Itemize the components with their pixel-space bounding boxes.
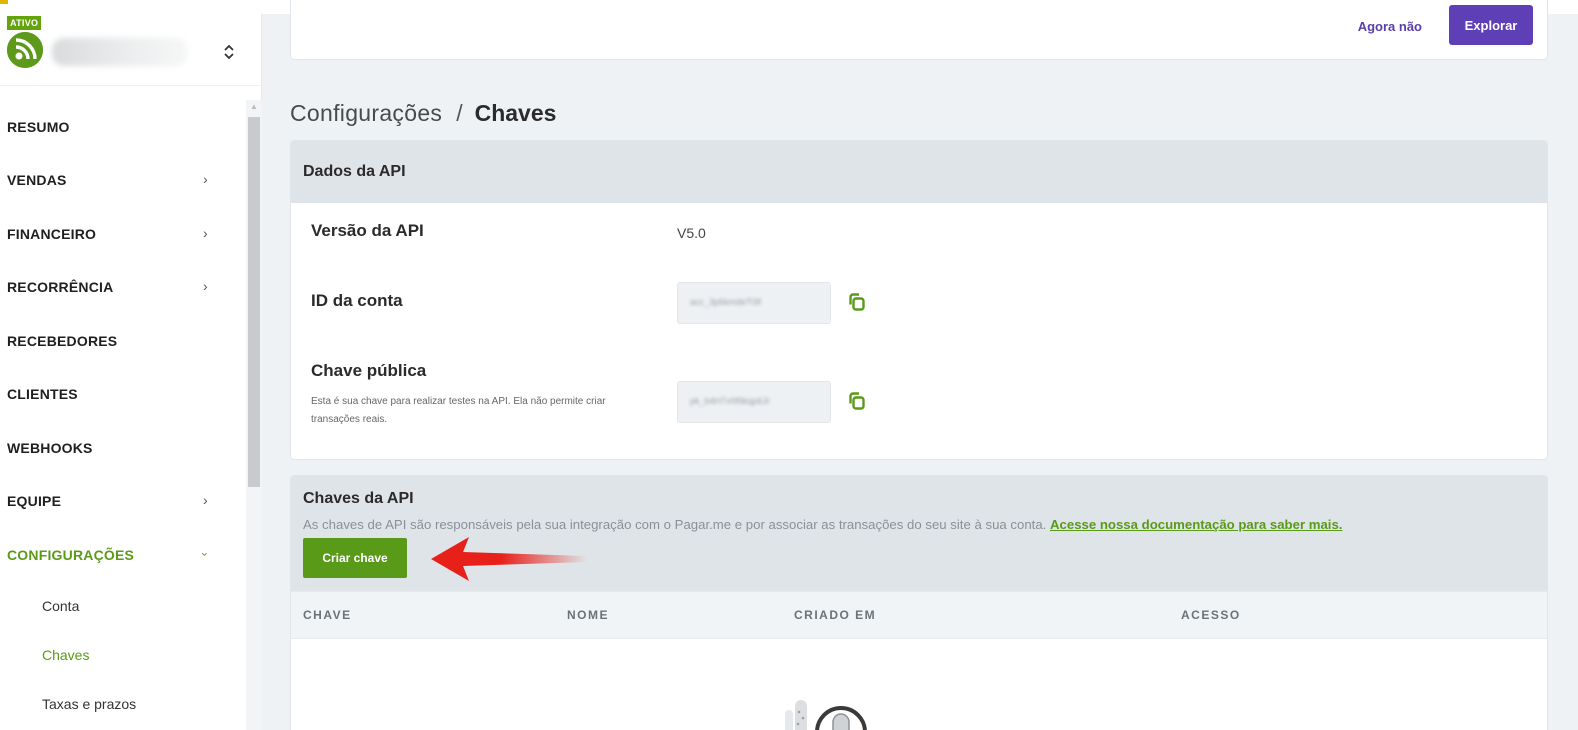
- scroll-up-icon[interactable]: ▲: [246, 102, 262, 112]
- chevron-right-icon: ›: [203, 278, 208, 295]
- breadcrumb: Configurações / Chaves: [290, 98, 556, 128]
- api-keys-card: Chaves da API As chaves de API são respo…: [290, 475, 1548, 730]
- account-avatar: [7, 32, 43, 68]
- account-id-label: ID da conta: [311, 291, 403, 310]
- sidebar-item-vendas[interactable]: VENDAS ›: [0, 154, 246, 208]
- public-key-description: Esta é sua chave para realizar testes na…: [311, 396, 606, 425]
- sidebar-scrollbar[interactable]: ▲: [246, 100, 262, 730]
- sidebar-subitem-conta[interactable]: Conta: [0, 582, 246, 631]
- chevron-down-icon: ›: [198, 551, 213, 557]
- sidebar-item-label: CONFIGURAÇÕES: [7, 546, 135, 563]
- empty-state-cactus-icon: [785, 700, 867, 730]
- sidebar-subitem-taxas-e-prazos[interactable]: Taxas e prazos: [0, 680, 246, 729]
- card-title: Chaves da API: [303, 490, 414, 507]
- sidebar-scrollbar-thumb[interactable]: [248, 117, 260, 487]
- sidebar-item-label: RECORRÊNCIA: [7, 279, 114, 296]
- sidebar-item-resumo[interactable]: RESUMO: [0, 100, 246, 154]
- column-header-chave[interactable]: CHAVE: [303, 608, 352, 622]
- sidebar-subitem-chaves[interactable]: Chaves: [0, 631, 246, 680]
- account-id-field: acc_3p6kmdeT0lf: [677, 282, 831, 324]
- sidebar: ATIVO RESUMO VENDAS › FINANCEIRO › RECORRÊ…: [0, 14, 262, 730]
- tab-indicator: [0, 0, 8, 4]
- page-title: Chaves: [474, 99, 557, 126]
- create-key-button[interactable]: Criar chave: [303, 538, 407, 578]
- api-version-label: Versão da API: [311, 221, 424, 240]
- column-header-criado-em[interactable]: CRIADO EM: [794, 608, 876, 622]
- status-badge: ATIVO: [7, 16, 42, 30]
- sidebar-item-configuracoes[interactable]: CONFIGURAÇÕES ›: [0, 528, 246, 582]
- account-id-value: acc_3p6kmdeT0lf: [690, 297, 762, 307]
- column-header-acesso[interactable]: ACESSO: [1181, 608, 1241, 622]
- sidebar-item-equipe[interactable]: EQUIPE ›: [0, 475, 246, 529]
- api-keys-description: As chaves de API são responsáveis pela s…: [303, 517, 1342, 532]
- card-title: Dados da API: [291, 141, 1547, 203]
- account-name-redacted: [52, 38, 188, 66]
- public-key-label: Chave pública: [311, 361, 427, 380]
- sidebar-item-webhooks[interactable]: WEBHOOKS: [0, 421, 246, 475]
- api-keys-description-text: As chaves de API são responsáveis pela s…: [303, 517, 1047, 532]
- documentation-link[interactable]: Acesse nossa documentação para saber mai…: [1050, 517, 1342, 532]
- api-keys-header: Chaves da API As chaves de API são respo…: [291, 476, 1547, 591]
- api-version-value: V5.0: [677, 225, 706, 241]
- sidebar-item-label: CLIENTES: [7, 386, 78, 403]
- sidebar-item-label: VENDAS: [7, 172, 67, 189]
- chevron-right-icon: ›: [203, 224, 208, 241]
- column-header-nome[interactable]: NOME: [567, 608, 609, 622]
- sidebar-item-recorrencia[interactable]: RECORRÊNCIA ›: [0, 261, 246, 315]
- copy-icon[interactable]: [847, 391, 867, 411]
- chevron-right-icon: ›: [203, 171, 208, 188]
- feature-banner: Agora não Explorar: [290, 0, 1548, 60]
- sidebar-item-label: FINANCEIRO: [7, 225, 97, 242]
- sidebar-item-financeiro[interactable]: FINANCEIRO ›: [0, 207, 246, 261]
- feed-icon: [7, 32, 43, 68]
- sidebar-item-label: RECEBEDORES: [7, 332, 118, 349]
- chevron-updown-icon[interactable]: [219, 42, 239, 62]
- public-key-value: pk_b4H7v0f9kqp6Jr: [690, 396, 771, 406]
- annotation-arrow-icon: [431, 537, 587, 581]
- keys-table-header: CHAVE NOME CRIADO EM ACESSO: [291, 591, 1547, 639]
- account-switcher[interactable]: ATIVO: [0, 14, 262, 86]
- api-data-card: Dados da API Versão da API V5.0 ID da co…: [290, 140, 1548, 460]
- breadcrumb-parent[interactable]: Configurações: [290, 100, 442, 127]
- sidebar-item-recebedores[interactable]: RECEBEDORES: [0, 314, 246, 368]
- sidebar-item-label: EQUIPE: [7, 493, 62, 510]
- explore-button[interactable]: Explorar: [1449, 5, 1533, 45]
- breadcrumb-separator: /: [456, 99, 463, 126]
- dismiss-banner-button[interactable]: Agora não: [1358, 16, 1422, 38]
- copy-icon[interactable]: [847, 292, 867, 312]
- chevron-right-icon: ›: [203, 492, 208, 509]
- sidebar-nav: RESUMO VENDAS › FINANCEIRO › RECORRÊNCIA › …: [0, 100, 246, 729]
- sidebar-item-label: RESUMO: [7, 118, 70, 135]
- sidebar-item-clientes[interactable]: CLIENTES: [0, 368, 246, 422]
- sidebar-item-label: WEBHOOKS: [7, 439, 93, 456]
- public-key-field: pk_b4H7v0f9kqp6Jr: [677, 381, 831, 423]
